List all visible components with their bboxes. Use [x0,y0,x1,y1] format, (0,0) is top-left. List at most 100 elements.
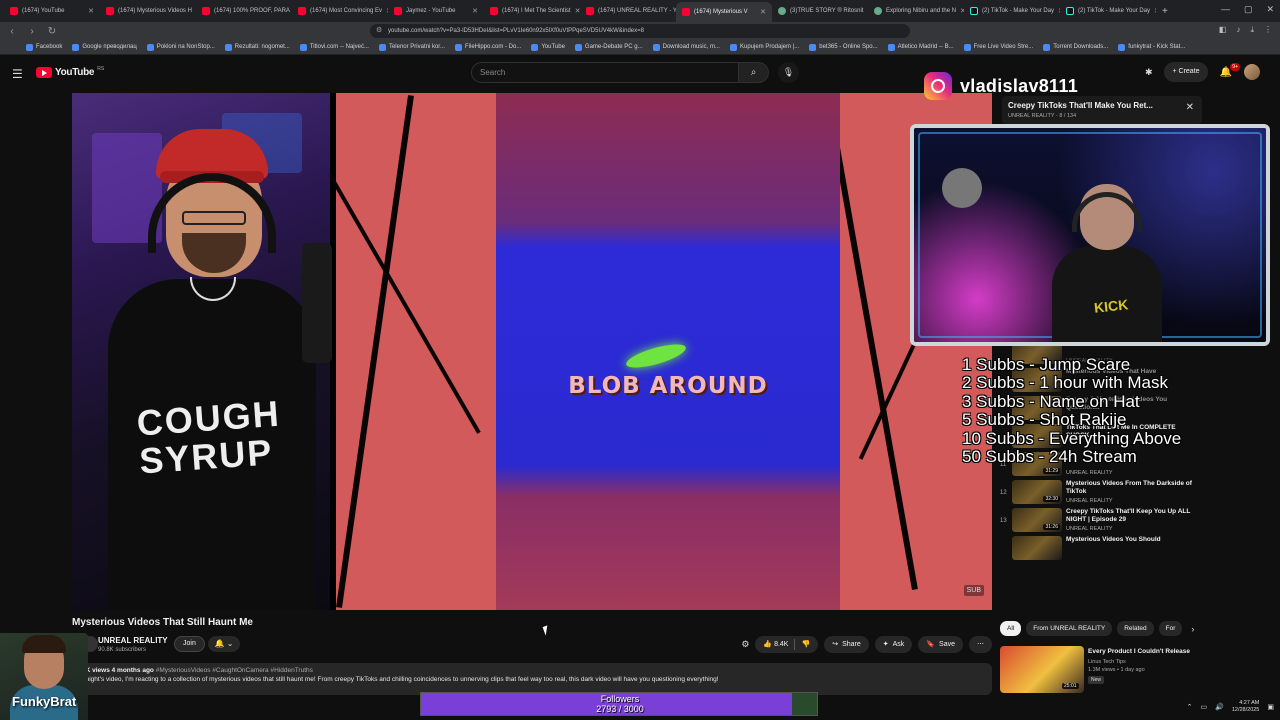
site-info-icon[interactable]: ⚙ [376,24,382,38]
browser-tab[interactable]: (1674) YouTube ✕ [4,2,100,20]
bookmark-item[interactable]: Download music, m... [652,43,720,51]
browser-tab[interactable]: (1674) Mysterious Videos H✕ [100,2,196,20]
subscribed-button[interactable]: 🔔 ⌄ [208,636,240,652]
browser-tab[interactable]: (1674) I Met The Scientist ✕ [484,2,580,20]
bookmark-label: Download music, m... [662,44,720,50]
like-button[interactable]: 👍 8.4K [763,636,788,653]
filter-chip[interactable]: Related [1117,621,1154,636]
bookmark-item[interactable]: Atletico Madrid -- B... [887,43,954,51]
reload-icon[interactable]: ↻ [44,26,60,37]
followers-count: 2793 / 3000 [596,704,644,714]
video-thumbnail[interactable]: 32:30 [1012,480,1062,504]
url-bar[interactable]: ⚙ youtube.com/watch?v=Pa3-lD53HDeI&list=… [370,24,910,38]
more-actions-button[interactable]: ⋯ [969,636,992,653]
join-button[interactable]: Join [174,636,205,652]
video-player[interactable]: BLOB AROUND COUGH SYRUP SUB [72,93,992,610]
video-title[interactable]: Mysterious Videos From The Darkside of T… [1066,480,1196,496]
filter-chip[interactable]: For [1158,621,1183,636]
tab-close-icon[interactable]: ✕ [88,7,94,15]
tab-favicon-icon [202,7,210,15]
hashtags[interactable]: #MysteriousVideos #CaughtOnCamera #Hidde… [156,667,313,674]
search-input[interactable]: Search [471,62,739,83]
browser-tab[interactable]: Jaymez - YouTube ✕ [388,2,484,20]
extensions-icon[interactable]: ◧ [1219,25,1227,35]
tab-close-icon[interactable]: ✕ [1154,7,1156,15]
browser-tab[interactable]: (1674) Most Convincing Ev✕ [292,2,388,20]
channel-name[interactable]: UNREAL REALITY [98,636,168,645]
dislike-icon[interactable]: 👎 [801,636,810,653]
video-thumbnail[interactable]: 31:26 [1012,508,1062,532]
downloads-icon[interactable]: ⤓ [1250,25,1254,35]
description-box[interactable]: 7K views 4 months ago #MysteriousVideos … [72,663,992,695]
voice-search-button[interactable]: 🎙 [778,62,799,83]
filter-chip[interactable]: From UNREAL REALITY [1026,621,1113,636]
media-icon[interactable]: ♪ [1236,25,1240,35]
playlist-item[interactable]: Mysterious Videos You Should [1000,534,1204,570]
video-title[interactable]: Creepy TikToks That'll Keep You Up ALL N… [1066,508,1196,524]
forward-icon[interactable]: › [24,26,40,37]
clock[interactable]: 4:27 AM 12/28/2025 [1232,700,1260,714]
streamer-name: FunkyBrat [12,694,77,709]
notifications-tray-icon[interactable]: ▣ [1267,703,1274,711]
browser-tab[interactable]: (2) TikTok - Make Your Day✕ [1060,2,1156,20]
browser-tab[interactable]: (1674) 100% PROOF, PARA✕ [196,2,292,20]
filter-chip[interactable]: All [1000,621,1022,636]
bookmark-item[interactable]: Google преводилац [72,43,137,51]
bookmark-item[interactable]: Titlovi.com -- Najveć... [299,43,369,51]
bookmark-item[interactable]: Kupujem Prodajem |... [729,43,799,51]
share-button[interactable]: ↪ Share [824,636,869,653]
chevron-up-icon[interactable]: ⌃ [1187,703,1193,711]
notifications-button[interactable]: 🔔 9+ [1220,62,1240,78]
playlist-title[interactable]: Creepy TikToks That'll Make You Ret... [1008,101,1153,110]
bookmark-item[interactable]: bet365 - Online Spo... [809,43,878,51]
recommended-video[interactable]: 25:01 Every Product I Couldn't Release L… [1000,646,1204,694]
bookmark-item[interactable]: Torrent Downloads... [1043,43,1108,51]
browser-tab[interactable]: (2) TikTok - Make Your Day✕ [964,2,1060,20]
create-button[interactable]: + Create [1164,62,1208,82]
menu-icon[interactable]: ☰ [12,67,23,81]
bookmark-item[interactable]: Rezultati: nogomet... [224,43,290,51]
bookmark-item[interactable]: funkytrat - Kick Stat... [1118,43,1186,51]
browser-tab[interactable]: Exploring Nibiru and the N ✕ [868,2,964,20]
video-thumbnail[interactable] [1012,536,1062,560]
browser-tab[interactable]: (1674) Mysterious V ✕ [676,2,772,22]
menu-dots-icon[interactable]: ⋮ [1264,25,1272,35]
bookmark-favicon-icon [887,43,895,51]
bookmark-label: funkytrat - Kick Stat... [1128,44,1186,50]
tab-close-icon[interactable]: ✕ [760,8,766,16]
bookmark-item[interactable]: YouTube [531,43,565,51]
bookmark-item[interactable]: Facebook [26,43,62,51]
browser-tab[interactable]: (1674) UNREAL REALITY - Y✕ [580,2,676,20]
sub-goal-line: 5 Subbs - Shot Rakije [962,410,1127,430]
bookmark-item[interactable]: Game-Debate PC g... [574,43,643,51]
search-button[interactable]: ⌕ [739,62,769,83]
window-controls: — ▢ ✕ [1221,4,1274,15]
more-dots-icon: ⋯ [977,641,984,648]
cast-icon[interactable]: ✱ [1145,67,1153,78]
browser-tab[interactable]: (3)TRUE STORY ® Ritosnit✕ [772,2,868,20]
network-icon[interactable]: ▭ [1201,703,1208,711]
channel-watermark[interactable]: SUB [963,585,984,596]
save-button[interactable]: 🔖 Save [918,636,963,653]
youtube-logo[interactable]: YouTube RS [36,66,104,78]
ask-button[interactable]: ✦ Ask [874,636,913,653]
microphone-arm [302,243,332,363]
chevron-right-icon[interactable]: › [1191,624,1194,634]
bookmark-item[interactable]: Telenor Privatni kor... [378,43,445,51]
close-window-icon[interactable]: ✕ [1266,4,1274,15]
settings-icon[interactable]: ⚙ [741,639,749,650]
tab-close-icon[interactable]: ✕ [472,7,478,15]
new-tab-icon[interactable]: + [1162,6,1168,17]
volume-icon[interactable]: 🔊 [1215,703,1224,711]
bookmark-item[interactable]: Pokloni na NonStop... [146,43,215,51]
minimize-icon[interactable]: — [1221,4,1230,15]
video-title[interactable]: Mysterious Videos You Should [1066,536,1196,544]
close-icon[interactable]: ✕ [1186,102,1194,113]
maximize-icon[interactable]: ▢ [1244,4,1253,15]
bookmark-item[interactable]: FileHippo.com - Do... [454,43,521,51]
account-avatar[interactable] [1244,64,1260,80]
video-title[interactable]: Every Product I Couldn't Release [1088,648,1200,656]
back-icon[interactable]: ‹ [4,26,20,37]
bookmark-favicon-icon [963,43,971,51]
bookmark-item[interactable]: Free Live Video Stre... [963,43,1033,51]
